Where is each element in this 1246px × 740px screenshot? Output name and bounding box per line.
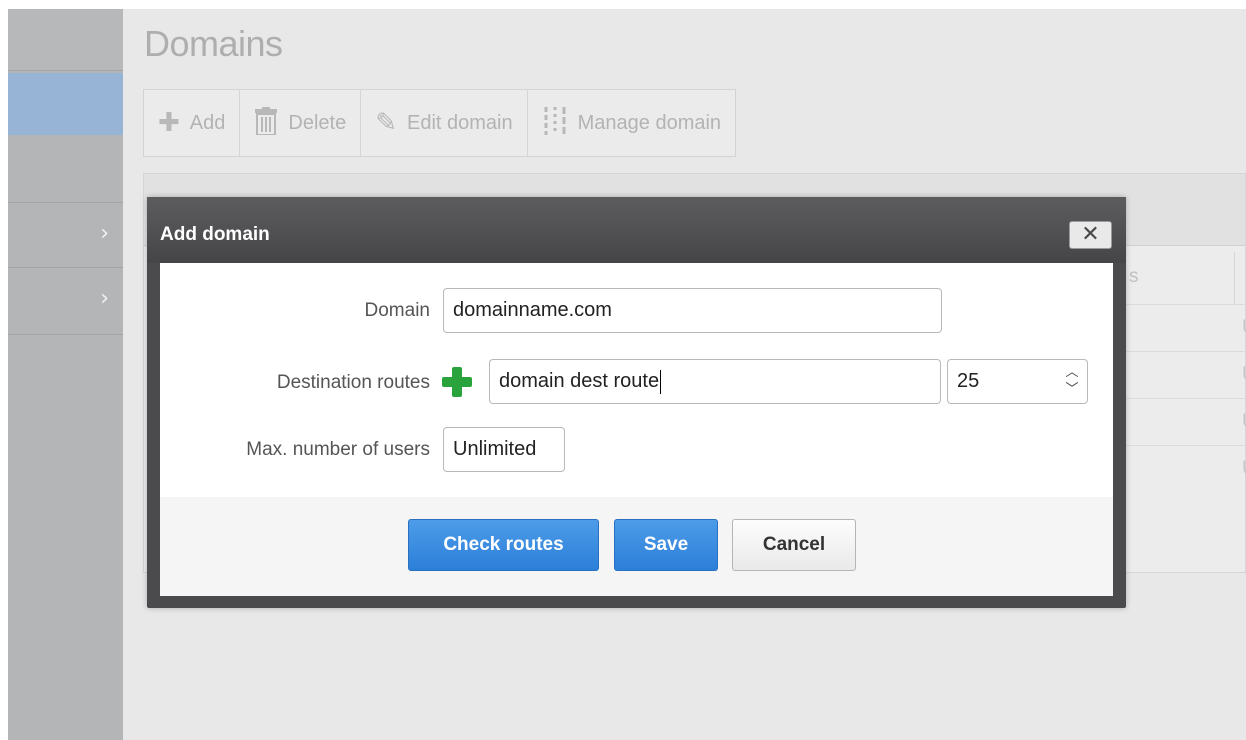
sliders-icon <box>542 106 568 140</box>
check-routes-button[interactable]: Check routes <box>408 519 599 571</box>
edit-domain-button[interactable]: ✎ Edit domain <box>361 90 528 156</box>
destination-route-value: domain dest route <box>499 370 660 392</box>
page-title: Domains <box>144 23 283 64</box>
table-cell: U <box>1242 411 1246 433</box>
table-row: U <box>1114 351 1246 398</box>
delete-button-label: Delete <box>288 111 347 134</box>
table-row: U <box>1114 304 1246 351</box>
chevron-down-icon[interactable]: ﹀ <box>1065 381 1079 398</box>
sidebar-item-collapsed-2[interactable]: › <box>8 267 123 335</box>
trash-icon <box>254 106 278 140</box>
table-row: U <box>1114 445 1246 492</box>
route-port-stepper[interactable]: 25 ︿ ﹀ <box>947 359 1088 404</box>
save-button[interactable]: Save <box>614 519 718 571</box>
destination-routes-label: Destination routes <box>276 372 430 393</box>
table-row: U <box>1114 398 1246 445</box>
dialog-footer: Check routes Save Cancel <box>160 497 1113 596</box>
sidebar-item-active[interactable] <box>8 73 123 135</box>
toolbar: ✚ Add Delete ✎ Edit domain Manage domain <box>143 89 737 157</box>
sidebar-item-collapsed-1[interactable]: › <box>8 202 123 266</box>
chevron-right-icon: › <box>100 221 109 246</box>
text-cursor <box>660 369 662 394</box>
table-column-separator <box>1234 252 1235 304</box>
add-domain-dialog: Add domain ✕ Domain domainname.com Desti… <box>147 197 1126 608</box>
table-column-header: s <box>1114 252 1246 304</box>
dialog-title: Add domain <box>160 224 270 245</box>
dialog-header: Add domain ✕ <box>147 197 1126 263</box>
max-users-label: Max. number of users <box>246 439 430 460</box>
destination-route-input[interactable]: domain dest route <box>489 359 941 404</box>
chevron-right-icon: › <box>100 286 109 311</box>
add-route-icon[interactable] <box>442 367 472 397</box>
table-cell: U <box>1242 458 1246 480</box>
add-button[interactable]: ✚ Add <box>144 90 241 156</box>
edit-domain-button-label: Edit domain <box>407 111 513 134</box>
chevron-up-icon[interactable]: ︿ <box>1065 364 1079 381</box>
stepper-arrows[interactable]: ︿ ﹀ <box>1065 364 1079 398</box>
close-button[interactable]: ✕ <box>1069 221 1112 249</box>
domain-input[interactable]: domainname.com <box>443 288 942 333</box>
sidebar-logo-area <box>8 9 123 71</box>
table-cell: U <box>1242 364 1246 386</box>
table-cell: U <box>1242 317 1246 339</box>
cancel-button[interactable]: Cancel <box>732 519 856 571</box>
dialog-body: Domain domainname.com Destination routes… <box>160 263 1113 497</box>
table-column-header-text: s <box>1129 266 1139 287</box>
manage-domain-button[interactable]: Manage domain <box>528 90 735 156</box>
add-button-label: Add <box>189 111 226 134</box>
close-icon: ✕ <box>1081 222 1100 247</box>
domain-label: Domain <box>364 300 430 321</box>
manage-domain-button-label: Manage domain <box>577 111 722 134</box>
sidebar: › › <box>8 9 123 740</box>
pencil-icon: ✎ <box>375 108 397 138</box>
max-users-input[interactable]: Unlimited <box>443 427 565 472</box>
plus-icon: ✚ <box>158 108 180 138</box>
route-port-value: 25 <box>957 370 980 392</box>
delete-button[interactable]: Delete <box>240 90 362 156</box>
